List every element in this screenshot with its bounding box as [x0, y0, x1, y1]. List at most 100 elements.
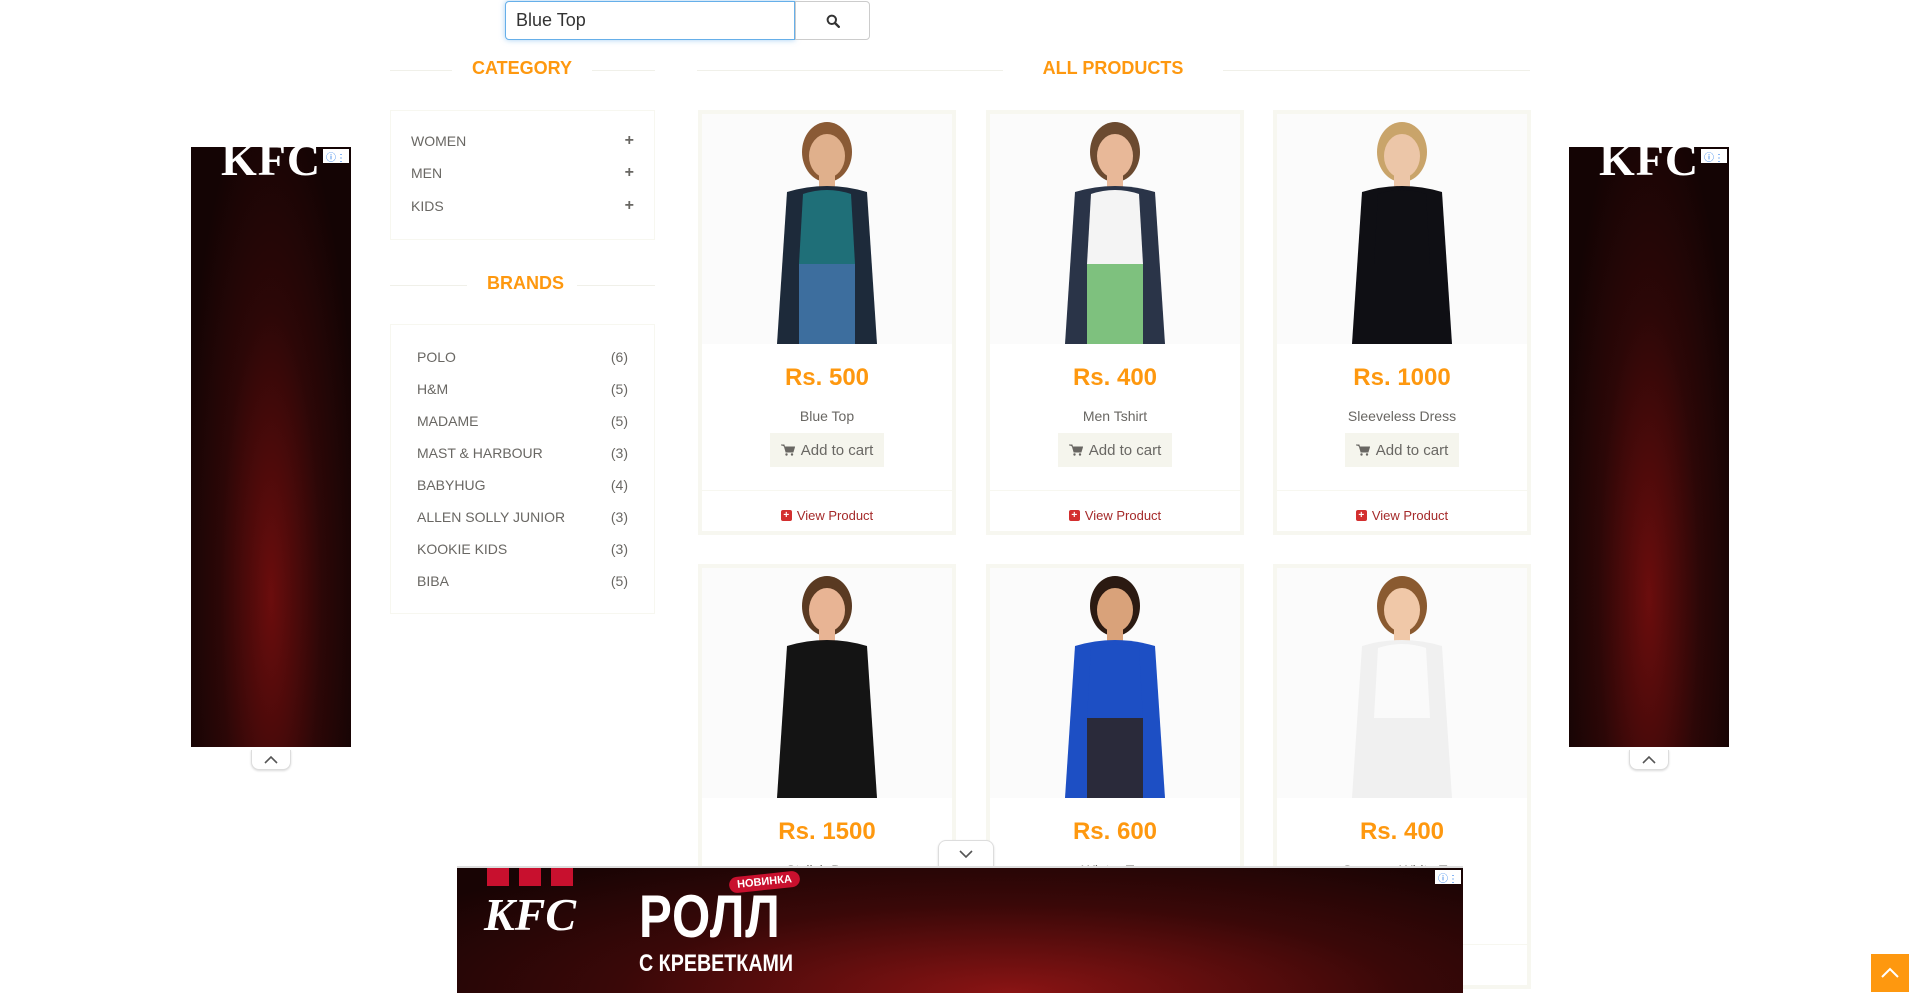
product-card: Rs. 400 Men Tshirt Add to cart + View Pr… [986, 110, 1244, 535]
brand-count: (3) [610, 509, 628, 525]
product-name: Men Tshirt [1082, 408, 1148, 424]
products-title: ALL PRODUCTS [1003, 58, 1223, 79]
add-to-cart-label: Add to cart [800, 441, 874, 459]
brand-name: ALLEN SOLLY JUNIOR [417, 509, 566, 525]
product-image [777, 122, 877, 344]
brand-name: BABYHUG [417, 477, 486, 493]
add-to-cart-label: Add to cart [1375, 441, 1449, 459]
ad-headline: РОЛЛ [639, 883, 781, 950]
brand-count: (3) [610, 541, 628, 557]
add-to-cart-button[interactable]: Add to cart [1058, 433, 1172, 467]
search-input[interactable] [505, 1, 795, 40]
product-price: Rs. 1500 [778, 818, 876, 845]
plus-square-icon: + [1068, 510, 1080, 521]
brand-madame[interactable]: MADAME (5) [391, 411, 654, 431]
category-panel: WOMEN + MEN + KIDS + [390, 110, 655, 240]
brand-mast-harbour[interactable]: MAST & HARBOUR (3) [391, 443, 654, 463]
collapse-ad-button[interactable] [1629, 750, 1669, 770]
brand-name: H&M [417, 381, 449, 397]
plus-icon[interactable]: + [625, 132, 634, 150]
kfc-stripes [487, 868, 577, 886]
shopping-cart-icon [780, 444, 795, 456]
shopping-cart-icon [1068, 444, 1083, 456]
product-image-wrapper [990, 568, 1240, 798]
brand-name: POLO [417, 349, 456, 365]
category-label: WOMEN [411, 133, 467, 149]
ad-info-icon[interactable]: ⓘ⋮ [1435, 870, 1461, 885]
brand-name: KOOKIE KIDS [417, 541, 508, 557]
plus-icon[interactable]: + [625, 164, 634, 182]
product-image [1352, 122, 1452, 344]
brand-babyhug[interactable]: BABYHUG (4) [391, 475, 654, 495]
add-to-cart-label: Add to cart [1088, 441, 1162, 459]
brand-count: (6) [610, 349, 628, 365]
right-side-ad[interactable]: KFC ⓘ⋮ [1569, 147, 1729, 747]
shopping-cart-icon [1355, 444, 1370, 456]
plus-square-icon: + [780, 510, 792, 521]
brand-count: (5) [610, 573, 628, 589]
brands-panel: POLO (6) H&M (5) MADAME (5) MAST & HARBOUR (… [390, 324, 655, 614]
category-women[interactable]: WOMEN + [391, 131, 654, 151]
brand-biba[interactable]: BIBA (5) [391, 571, 654, 591]
ad-info-icon[interactable]: ⓘ⋮ [1701, 149, 1727, 164]
plus-icon[interactable]: + [625, 197, 634, 215]
product-image [1352, 576, 1452, 798]
collapse-ad-button[interactable] [251, 750, 291, 770]
view-product-link[interactable]: + View Product [1277, 508, 1527, 523]
brand-allen-solly-junior[interactable]: ALLEN SOLLY JUNIOR (3) [391, 507, 654, 527]
add-to-cart-button[interactable]: Add to cart [770, 433, 884, 467]
search-icon [826, 14, 840, 28]
view-product-label: View Product [1084, 508, 1162, 523]
left-side-ad[interactable]: KFC ⓘ⋮ [191, 147, 351, 747]
card-divider [990, 490, 1240, 491]
search-button[interactable] [795, 1, 870, 40]
brand-name: BIBA [417, 573, 449, 589]
product-price: Rs. 600 [1072, 818, 1158, 845]
chevron-down-icon [959, 849, 973, 858]
product-image-wrapper [1277, 114, 1527, 344]
bottom-banner-ad[interactable]: KFC РОЛЛ С КРЕВЕТКАМИ НОВИНКА ⓘ⋮ [457, 866, 1463, 993]
product-price: Rs. 500 [784, 364, 870, 391]
product-price: Rs. 1000 [1353, 364, 1451, 391]
view-product-label: View Product [1371, 508, 1449, 523]
plus-square-icon: + [1355, 510, 1367, 521]
card-divider [1277, 490, 1527, 491]
brand-kookie-kids[interactable]: KOOKIE KIDS (3) [391, 539, 654, 559]
brand-name: MAST & HARBOUR [417, 445, 543, 461]
category-title: CATEGORY [452, 58, 592, 79]
product-image [777, 576, 877, 798]
view-product-link[interactable]: + View Product [702, 508, 952, 523]
brand-count: (5) [610, 413, 628, 429]
product-image-wrapper [702, 568, 952, 798]
collapse-bottom-ad-button[interactable] [938, 840, 994, 866]
brand-count: (4) [610, 477, 628, 493]
brand-hm[interactable]: H&M (5) [391, 379, 654, 399]
category-label: KIDS [411, 198, 444, 214]
view-product-label: View Product [796, 508, 874, 523]
product-price: Rs. 400 [1072, 364, 1158, 391]
product-name: Sleeveless Dress [1347, 408, 1457, 424]
ad-brand-logo: KFC [484, 889, 577, 940]
product-image-wrapper [1277, 568, 1527, 798]
brand-polo[interactable]: POLO (6) [391, 347, 654, 367]
brand-name: MADAME [417, 413, 479, 429]
ad-info-icon[interactable]: ⓘ⋮ [323, 149, 349, 164]
card-divider [702, 490, 952, 491]
view-product-link[interactable]: + View Product [990, 508, 1240, 523]
ad-subline: С КРЕВЕТКАМИ [639, 950, 794, 977]
scroll-up-button[interactable] [1870, 953, 1910, 993]
product-image-wrapper [990, 114, 1240, 344]
category-kids[interactable]: KIDS + [391, 196, 654, 216]
product-image-wrapper [702, 114, 952, 344]
brand-count: (3) [610, 445, 628, 461]
product-image [1065, 576, 1165, 798]
add-to-cart-button[interactable]: Add to cart [1345, 433, 1459, 467]
category-men[interactable]: MEN + [391, 163, 654, 183]
chevron-up-icon [1881, 967, 1899, 978]
brands-title: BRANDS [467, 273, 577, 294]
product-card: Rs. 1000 Sleeveless Dress Add to cart + … [1273, 110, 1531, 535]
category-label: MEN [411, 165, 443, 181]
product-price: Rs. 400 [1359, 818, 1445, 845]
product-name: Blue Top [799, 408, 855, 424]
chevron-up-icon [264, 755, 278, 764]
